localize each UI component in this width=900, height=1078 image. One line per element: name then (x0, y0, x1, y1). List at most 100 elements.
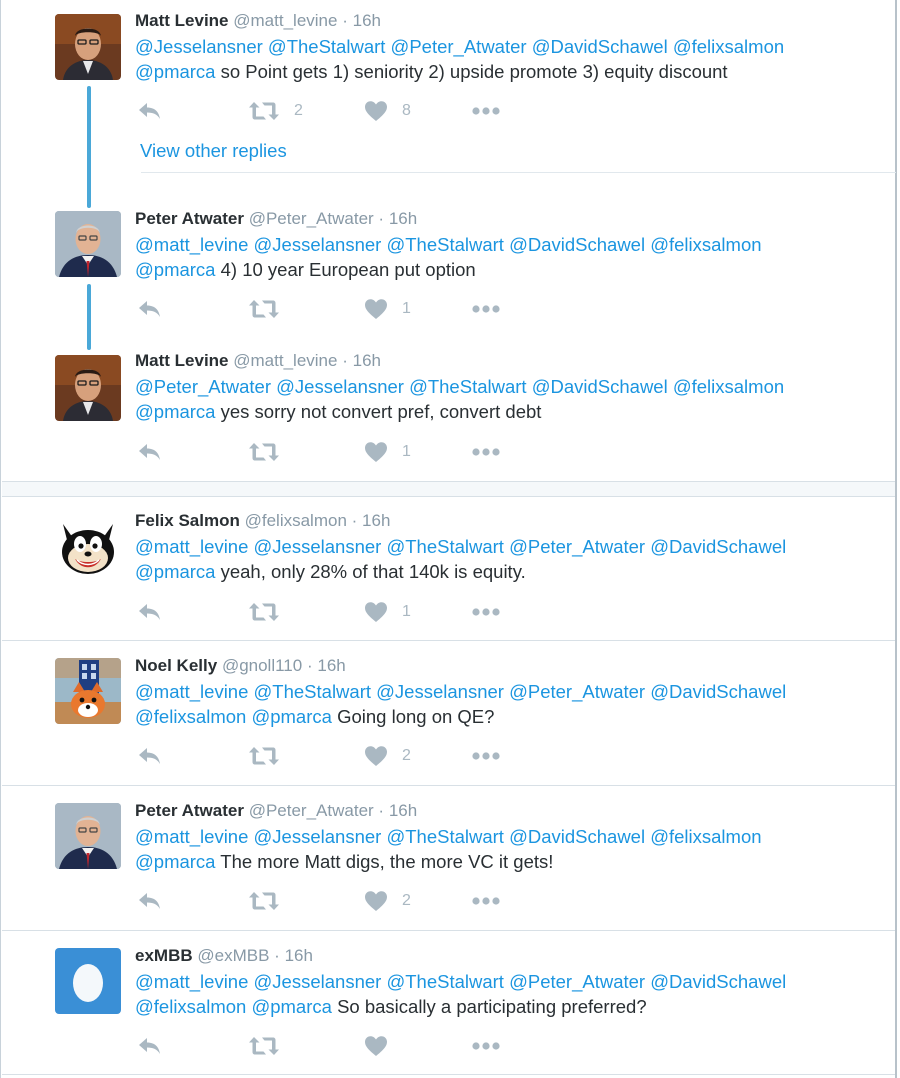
more-options-button[interactable] (471, 888, 501, 914)
author-handle[interactable]: @felixsalmon (245, 511, 347, 530)
author-handle[interactable]: @matt_levine (233, 11, 337, 30)
mention[interactable]: @pmarca (135, 259, 215, 280)
avatar[interactable] (55, 211, 121, 277)
author-name[interactable]: Matt Levine (135, 351, 229, 370)
mention-list[interactable]: @matt_levine @Jesselansner @TheStalwart … (135, 233, 885, 258)
author-name[interactable]: Peter Atwater (135, 801, 244, 820)
tweet[interactable]: Matt Levine @matt_levine · 16h @Jesselan… (2, 0, 895, 180)
timestamp[interactable]: 16h (353, 351, 381, 370)
peter-atwater-avatar-image (55, 211, 121, 277)
reply-button[interactable] (137, 599, 163, 625)
author-handle[interactable]: @Peter_Atwater (249, 209, 374, 228)
timestamp[interactable]: 16h (317, 656, 345, 675)
mention[interactable]: @pmarca (135, 851, 215, 872)
divider (141, 172, 896, 173)
heart-icon (364, 1035, 388, 1057)
author-handle[interactable]: @exMBB (197, 946, 269, 965)
retweet-button[interactable] (248, 743, 294, 769)
more-icon (471, 304, 501, 314)
mention-list[interactable]: @matt_levine @Jesselansner @TheStalwart … (135, 970, 885, 995)
timestamp[interactable]: 16h (362, 511, 390, 530)
author-name[interactable]: exMBB (135, 946, 193, 965)
tweet-text: @matt_levine @Jesselansner @TheStalwart … (135, 970, 885, 1019)
avatar[interactable] (55, 948, 121, 1014)
heart-icon (364, 298, 388, 320)
reply-button[interactable] (137, 1033, 163, 1059)
reply-icon (137, 745, 163, 767)
like-button[interactable]: 8 (364, 98, 411, 124)
separator-dot: · (378, 801, 385, 820)
avatar[interactable] (55, 14, 121, 80)
retweet-button[interactable] (248, 1033, 294, 1059)
tweet-text: @matt_levine @Jesselansner @TheStalwart … (135, 535, 885, 584)
heart-icon (364, 100, 388, 122)
view-other-replies-link[interactable]: View other replies (140, 140, 287, 162)
retweet-icon (248, 441, 280, 463)
heart-icon (364, 745, 388, 767)
more-options-button[interactable] (471, 743, 501, 769)
more-options-button[interactable] (471, 1033, 501, 1059)
reply-button[interactable] (137, 743, 163, 769)
like-button[interactable]: 1 (364, 439, 411, 465)
tweet-text: @Jesselansner @TheStalwart @Peter_Atwate… (135, 35, 885, 84)
timestamp[interactable]: 16h (285, 946, 313, 965)
retweet-button[interactable] (248, 439, 294, 465)
retweet-button[interactable]: 2 (248, 98, 303, 124)
author-name[interactable]: Peter Atwater (135, 209, 244, 228)
tweet-body: Going long on QE? (331, 705, 495, 727)
reply-button[interactable] (137, 296, 163, 322)
mention[interactable]: @pmarca (135, 61, 215, 82)
mention-list[interactable]: @matt_levine @Jesselansner @TheStalwart … (135, 535, 885, 560)
author-name[interactable]: Felix Salmon (135, 511, 240, 530)
mention[interactable]: @felixsalmon @pmarca (135, 706, 332, 727)
tweet-body: So basically a participating preferred? (331, 995, 647, 1017)
separator-dot: · (351, 511, 358, 530)
author-handle[interactable]: @matt_levine (233, 351, 337, 370)
timestamp[interactable]: 16h (389, 209, 417, 228)
mention-list[interactable]: @Peter_Atwater @Jesselansner @TheStalwar… (135, 375, 885, 400)
retweet-button[interactable] (248, 296, 294, 322)
retweet-button[interactable] (248, 888, 294, 914)
mention-list[interactable]: @Jesselansner @TheStalwart @Peter_Atwate… (135, 35, 885, 60)
more-options-button[interactable] (471, 599, 501, 625)
separator-dot: · (274, 946, 280, 965)
like-button[interactable]: 1 (364, 296, 411, 322)
reply-button[interactable] (137, 439, 163, 465)
mention[interactable]: @pmarca (135, 561, 215, 582)
mention[interactable]: @felixsalmon @pmarca (135, 996, 332, 1017)
more-icon (471, 1041, 501, 1051)
mention[interactable]: @pmarca (135, 401, 215, 422)
more-options-button[interactable] (471, 439, 501, 465)
author-name[interactable]: Matt Levine (135, 11, 229, 30)
mention-list[interactable]: @matt_levine @TheStalwart @Jesselansner … (135, 680, 885, 705)
tweet-actions: 1 (134, 296, 534, 322)
like-button[interactable]: 2 (364, 743, 411, 769)
more-icon (471, 751, 501, 761)
like-button[interactable] (364, 1033, 402, 1059)
like-count: 2 (402, 892, 411, 909)
like-button[interactable]: 1 (364, 599, 411, 625)
tweet-body: yeah, only 28% of that 140k is equity. (215, 560, 526, 582)
more-icon (471, 896, 501, 906)
reply-button[interactable] (137, 98, 163, 124)
mention-list[interactable]: @matt_levine @Jesselansner @TheStalwart … (135, 825, 885, 850)
timestamp[interactable]: 16h (389, 801, 417, 820)
like-button[interactable]: 2 (364, 888, 411, 914)
noel-kelly-avatar-image (55, 658, 121, 724)
timestamp[interactable]: 16h (353, 11, 381, 30)
avatar[interactable] (55, 658, 121, 724)
author-handle[interactable]: @gnoll110 (222, 656, 302, 675)
author-name[interactable]: Noel Kelly (135, 656, 217, 675)
avatar[interactable] (55, 355, 121, 421)
like-count: 2 (402, 747, 411, 764)
author-handle[interactable]: @Peter_Atwater (249, 801, 374, 820)
more-options-button[interactable] (471, 98, 501, 124)
avatar[interactable] (55, 514, 121, 580)
reply-button[interactable] (137, 888, 163, 914)
tweet-body: 4) 10 year European put option (215, 258, 476, 280)
retweet-button[interactable] (248, 599, 294, 625)
tweet-actions: 2 (134, 888, 534, 914)
more-options-button[interactable] (471, 296, 501, 322)
retweet-icon (248, 298, 280, 320)
avatar[interactable] (55, 803, 121, 869)
